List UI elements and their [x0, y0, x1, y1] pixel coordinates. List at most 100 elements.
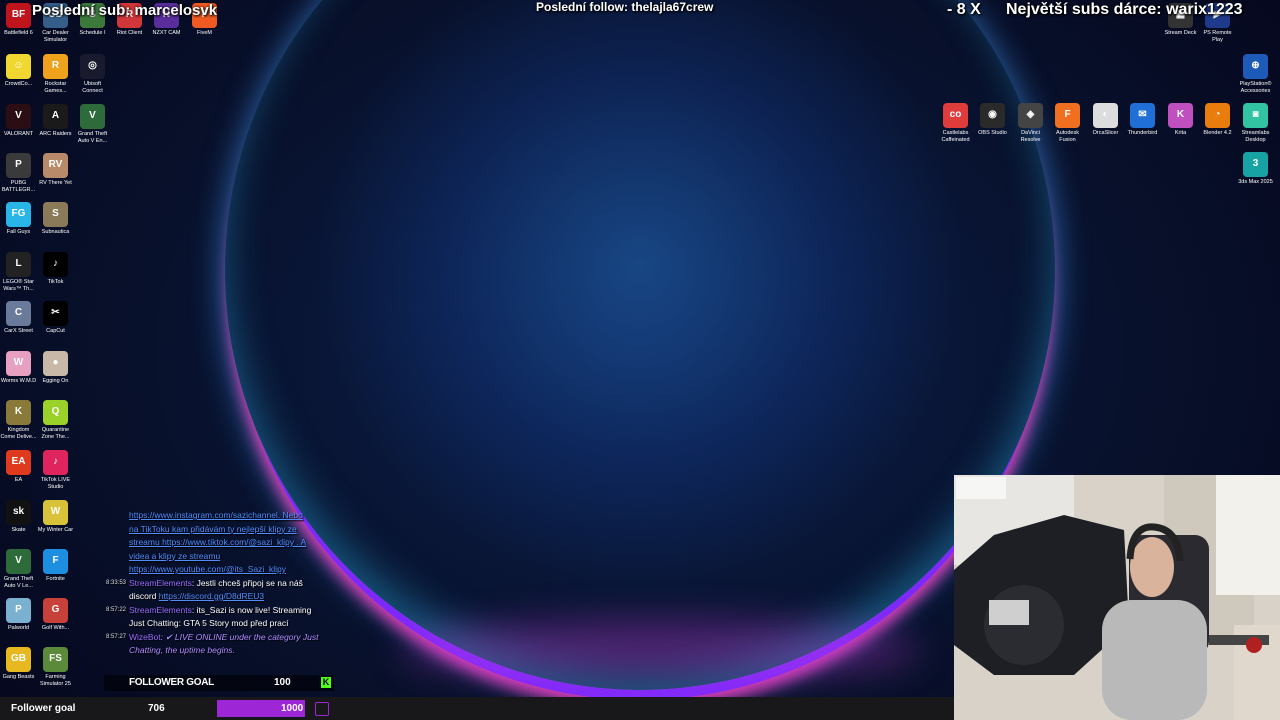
desktop-shortcut-quarantine[interactable]: Q Quarantine Zone The...	[37, 400, 74, 440]
desktop-shortcut-label: Kingdom Come Delive...	[0, 427, 37, 440]
desktop-shortcut-gang[interactable]: GB Gang Beasts	[0, 647, 37, 681]
ps-accessories-icon: ⊕	[1243, 54, 1268, 79]
desktop-shortcut-gta[interactable]: V Grand Theft Auto V En...	[74, 104, 111, 144]
streamlabs-icon: ◙	[1243, 103, 1268, 128]
webcam-feed	[954, 475, 1280, 720]
chat-link[interactable]: https://www.youtube.com/@its_Sazi_klipy	[129, 564, 286, 574]
desktop-shortcut-label: Streamlabs Desktop	[1241, 130, 1270, 143]
quarantine-icon: Q	[43, 400, 68, 425]
desktop-shortcut-label: Farming Simulator 25	[40, 674, 71, 687]
desktop-shortcut-blender[interactable]: ◔ Blender 4.2	[1199, 103, 1236, 137]
fallguys-icon: FG	[6, 202, 31, 227]
desktop-shortcut-gta-legacy[interactable]: V Grand Theft Auto V Le...	[0, 549, 37, 589]
desktop-shortcut-label: TikTok LIVE Studio	[40, 477, 71, 490]
desktop-shortcut-thunderbird[interactable]: ✉ Thunderbird	[1124, 103, 1161, 137]
desktop-shortcut-label: Egging On	[42, 378, 69, 384]
desktop-shortcut-worms[interactable]: W Worms W.M.D	[0, 351, 37, 385]
desktop-shortcut-valorant[interactable]: V VALORANT	[0, 104, 37, 138]
desktop-shortcut-3dsmax[interactable]: 3 3ds Max 2025	[1237, 152, 1274, 186]
ea-icon: EA	[6, 450, 31, 475]
chat-line: https://www.youtube.com/@its_Sazi_klipy	[104, 563, 324, 577]
desktop-shortcut-tiktok-live[interactable]: ♪ TikTok LIVE Studio	[37, 450, 74, 490]
desktop-shortcut-label: Fortnite	[46, 576, 65, 582]
desktop-shortcut-subnautica[interactable]: S Subnautica	[37, 202, 74, 236]
desktop-shortcut-label: TikTok	[47, 279, 64, 285]
blender-icon: ◔	[1205, 103, 1230, 128]
lego-icon: L	[6, 252, 31, 277]
desktop-shortcut-golf[interactable]: G Golf With...	[37, 598, 74, 632]
desktop-shortcut-label: Subnautica	[41, 229, 70, 235]
desktop-shortcut-label: PS Remote Play	[1203, 30, 1232, 43]
davinci-icon: ◈	[1018, 103, 1043, 128]
desktop-shortcut-label: Gang Beasts	[2, 674, 35, 680]
chat-username[interactable]: StreamElements	[129, 578, 192, 588]
tiktok-live-icon: ♪	[43, 450, 68, 475]
desktop-shortcut-label: OrcaSlicer	[1092, 130, 1119, 136]
chat-line: 8:33:53 StreamElements: Jestli chceš při…	[104, 577, 324, 604]
desktop-shortcut-rv[interactable]: RV RV There Yet	[37, 153, 74, 187]
desktop-shortcut-label: Car Dealer Simulator	[42, 30, 69, 43]
desktop-shortcut-rockstar[interactable]: R Rockstar Games...	[37, 54, 74, 94]
desktop-shortcut-tiktok[interactable]: ♪ TikTok	[37, 252, 74, 286]
desktop-shortcut-egg[interactable]: ● Egging On	[37, 351, 74, 385]
chat-line: na TikToku kam přidávám ty nejlepší klip…	[104, 523, 324, 564]
battlefield-icon: BF	[6, 3, 31, 28]
caffeinated-icon: co	[943, 103, 968, 128]
kingdom-icon: K	[6, 400, 31, 425]
desktop-shortcut-capcut[interactable]: ✂ CapCut	[37, 301, 74, 335]
desktop-shortcut-label: Palworld	[7, 625, 30, 631]
gta-legacy-icon: V	[6, 549, 31, 574]
valorant-icon: V	[6, 104, 31, 129]
chat-link[interactable]: https://www.instagram.com/sazichannel. N…	[129, 510, 303, 520]
chat-username[interactable]: WizeBot	[129, 632, 161, 642]
desktop-shortcut-label: My Winter Car	[37, 527, 74, 533]
desktop-shortcut-fusion[interactable]: F Autodesk Fusion	[1049, 103, 1086, 143]
desktop-shortcut-winter-car[interactable]: W My Winter Car	[37, 500, 74, 534]
desktop-shortcut-label: PUBG BATTLEGR...	[1, 180, 36, 193]
desktop-shortcut-label: Thunderbird	[1127, 130, 1158, 136]
desktop-shortcut-label: Skate	[11, 527, 26, 533]
desktop-shortcut-label: Blender 4.2	[1203, 130, 1232, 136]
desktop-shortcut-fortnite[interactable]: F Fortnite	[37, 549, 74, 583]
goal-label: Follower goal	[11, 703, 76, 714]
desktop-shortcut-fallguys[interactable]: FG Fall Guys	[0, 202, 37, 236]
desktop-shortcut-ps-accessories[interactable]: ⊕ PlayStation® Accessories	[1237, 54, 1274, 94]
desktop-shortcut-kingdom[interactable]: K Kingdom Come Delive...	[0, 400, 37, 440]
desktop-shortcut-arc-raiders[interactable]: A ARC Raiders	[37, 104, 74, 138]
follower-goal-label: FOLLOWER GOAL	[129, 677, 214, 688]
desktop-shortcut-krita[interactable]: K Krita	[1162, 103, 1199, 137]
chat-link[interactable]: https://discord.gg/D8dREU3	[159, 591, 264, 601]
desktop-shortcut-ubisoft[interactable]: ◎ Ubisoft Connect	[74, 54, 111, 94]
tiktok-icon: ♪	[43, 252, 68, 277]
chat-username[interactable]: StreamElements	[129, 605, 192, 615]
desktop-shortcut-davinci[interactable]: ◈ DaVinci Resolve	[1012, 103, 1049, 143]
arc-raiders-icon: A	[43, 104, 68, 129]
desktop-shortcut-farming[interactable]: FS Farming Simulator 25	[37, 647, 74, 687]
desktop-shortcut-crowd[interactable]: ☺ CrowdCo...	[0, 54, 37, 88]
desktop-shortcut-lego[interactable]: L LEGO® Star Wars™ Th...	[0, 252, 37, 292]
desktop-shortcut-label: Ubisoft Connect	[82, 81, 103, 94]
desktop-shortcut-label: CapCut	[46, 328, 65, 334]
desktop-shortcut-label: Quarantine Zone The...	[41, 427, 70, 440]
desktop-shortcut-skate[interactable]: sk Skate	[0, 500, 37, 534]
desktop-shortcut-pubg[interactable]: P PUBG BATTLEGR...	[0, 153, 37, 193]
desktop-shortcut-label: Krita	[1174, 130, 1187, 136]
fortnite-icon: F	[43, 549, 68, 574]
desktop-shortcut-palworld[interactable]: P Palworld	[0, 598, 37, 632]
chat-timestamp: 8:57:22	[106, 606, 127, 613]
desktop-shortcut-caffeinated[interactable]: co Castlelabs Caffeinated	[937, 103, 974, 143]
desktop-shortcut-carx[interactable]: C CarX Street	[0, 301, 37, 335]
last-sub-text: Poslední sub: marcelosvk	[32, 2, 218, 19]
thunderbird-icon: ✉	[1130, 103, 1155, 128]
chat-overlay: https://www.instagram.com/sazichannel. N…	[104, 509, 324, 658]
follower-goal-target: 100	[274, 677, 291, 688]
desktop-shortcut-orca[interactable]: ◐ OrcaSlicer	[1087, 103, 1124, 137]
desktop-shortcut-ea[interactable]: EA EA	[0, 450, 37, 484]
desktop-shortcut-obs[interactable]: ◉ OBS Studio	[974, 103, 1011, 137]
obs-icon: ◉	[980, 103, 1005, 128]
desktop-shortcut-streamlabs[interactable]: ◙ Streamlabs Desktop	[1237, 103, 1274, 143]
desktop-shortcut-label: Golf With...	[41, 625, 70, 631]
fusion-icon: F	[1055, 103, 1080, 128]
desktop-shortcut-label: Worms W.M.D	[0, 378, 37, 384]
winter-car-icon: W	[43, 500, 68, 525]
